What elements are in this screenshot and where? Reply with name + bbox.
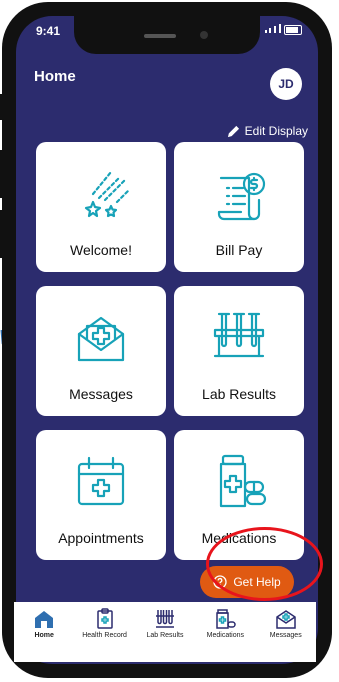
- get-help-button[interactable]: Get Help: [200, 566, 294, 598]
- pill-bottle-icon: [219, 454, 267, 508]
- battery-icon: [284, 25, 302, 35]
- tile-label: Lab Results: [202, 386, 276, 402]
- test-tubes-icon: [213, 312, 265, 358]
- nav-item-messages[interactable]: Messages: [256, 608, 316, 639]
- tile-welcome[interactable]: Welcome!: [36, 142, 166, 272]
- avatar[interactable]: JD: [270, 68, 302, 100]
- calendar-medical-icon: [77, 456, 125, 506]
- nav-label: Health Record: [82, 632, 127, 639]
- tile-medications[interactable]: Medications: [174, 430, 304, 560]
- tile-messages[interactable]: Messages: [36, 286, 166, 416]
- nav-label: Home: [34, 632, 54, 639]
- tile-appointments[interactable]: Appointments: [36, 430, 166, 560]
- nav-label: Medications: [206, 632, 245, 639]
- nav-item-lab-results[interactable]: Lab Results: [135, 608, 195, 639]
- status-time: 9:41: [36, 24, 61, 38]
- clipboard-icon: [96, 608, 113, 629]
- tile-bill-pay[interactable]: Bill Pay: [174, 142, 304, 272]
- tile-label: Bill Pay: [215, 242, 263, 258]
- question-circle-icon: [213, 575, 227, 589]
- nav-item-medications[interactable]: Medications: [195, 608, 255, 639]
- nav-label: Messages: [269, 632, 302, 639]
- home-icon: [35, 611, 54, 628]
- tile-label: Appointments: [58, 530, 144, 546]
- test-tubes-icon: [155, 610, 174, 628]
- get-help-label: Get Help: [233, 575, 281, 589]
- speaker: [144, 34, 176, 38]
- camera: [200, 31, 208, 39]
- edit-display-button[interactable]: Edit Display: [227, 124, 308, 138]
- nav-label: Lab Results: [146, 632, 184, 639]
- edit-display-label: Edit Display: [244, 124, 308, 138]
- bottom-nav: Home Health Record Lab Results Medicatio…: [14, 602, 316, 662]
- notch: [74, 16, 260, 54]
- tile-label: Welcome!: [70, 242, 132, 258]
- tile-lab-results[interactable]: Lab Results: [174, 286, 304, 416]
- receipt-dollar-icon: [217, 172, 266, 221]
- envelope-medical-icon: [276, 610, 296, 629]
- volume-up-button: [0, 150, 4, 198]
- nav-item-home[interactable]: Home: [14, 608, 74, 639]
- pill-bottle-icon: [216, 609, 237, 629]
- stars-icon: [84, 170, 131, 218]
- page-title: Home: [34, 68, 76, 85]
- signal-icon: [264, 24, 281, 36]
- tile-label: Messages: [69, 386, 133, 402]
- status-icons: [264, 24, 302, 36]
- tile-label: Medications: [201, 530, 277, 546]
- envelope-medical-icon: [77, 316, 125, 362]
- pencil-icon: [227, 125, 239, 137]
- mute-switch: [0, 94, 4, 120]
- volume-down-button: [0, 210, 4, 258]
- nav-item-health-record[interactable]: Health Record: [75, 608, 135, 639]
